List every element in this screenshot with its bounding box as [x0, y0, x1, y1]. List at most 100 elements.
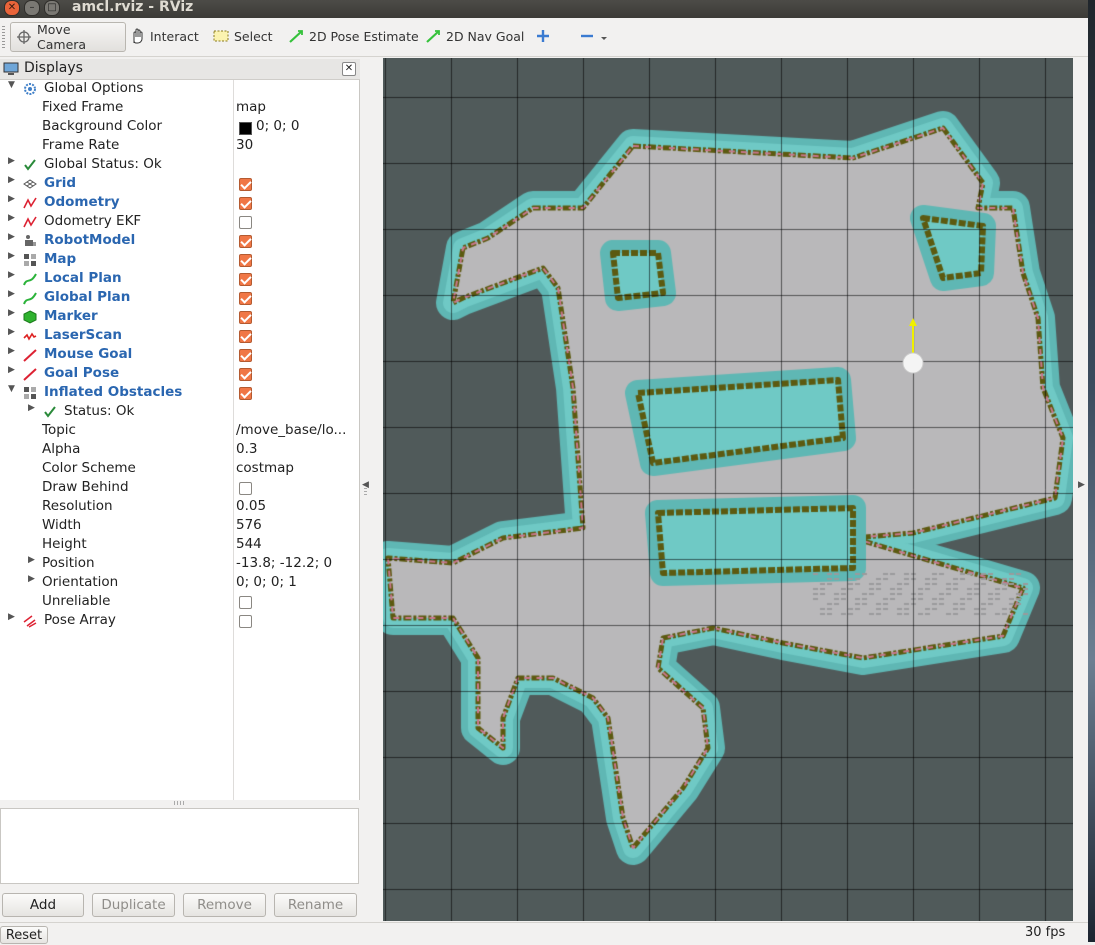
splitter-dots[interactable]	[364, 488, 367, 496]
add-tool-button[interactable]	[530, 22, 556, 50]
display-robotmodel[interactable]: ▶ RobotModel	[0, 232, 359, 251]
display-marker-checkbox[interactable]	[239, 311, 252, 324]
draw-behind[interactable]: Draw Behind	[0, 479, 359, 498]
display-laserscan-checkbox[interactable]	[239, 330, 252, 343]
display-inflated-obstacles-label: Inflated Obstacles	[44, 384, 183, 400]
position[interactable]: ▶ Position -13.8; -12.2; 0	[0, 555, 359, 574]
display-odometry-ekf-checkbox[interactable]	[239, 216, 252, 229]
pose-array-checkbox[interactable]	[239, 615, 252, 628]
background-color[interactable]: Background Color 0; 0; 0	[0, 118, 359, 137]
expand-right-icon[interactable]: ▶	[8, 270, 15, 280]
panel-close-icon[interactable]: ✕	[342, 62, 356, 76]
fixed-frame-value[interactable]: map	[236, 99, 266, 115]
expand-right-icon[interactable]: ▶	[8, 308, 15, 318]
expand-right-icon[interactable]: ▶	[8, 156, 15, 166]
inflated-status-label: Status: Ok	[64, 403, 135, 419]
global-status-label: Global Status: Ok	[44, 156, 162, 172]
position-value[interactable]: -13.8; -12.2; 0	[236, 555, 332, 571]
add-button[interactable]: Add	[2, 893, 84, 917]
remove-tool-button[interactable]	[574, 22, 613, 50]
move-camera-tool[interactable]: Move Camera	[10, 22, 126, 52]
width[interactable]: Width 576	[0, 517, 359, 536]
resolution[interactable]: Resolution 0.05	[0, 498, 359, 517]
alpha[interactable]: Alpha 0.3	[0, 441, 359, 460]
duplicate-button[interactable]: Duplicate	[92, 893, 175, 917]
background-color-value[interactable]: 0; 0; 0	[256, 118, 299, 134]
display-local-plan-checkbox[interactable]	[239, 273, 252, 286]
topic-value[interactable]: /move_base/lo...	[236, 422, 346, 438]
color-scheme[interactable]: Color Scheme costmap	[0, 460, 359, 479]
expand-right-icon[interactable]: ▶	[8, 251, 15, 261]
toolbar-grip[interactable]	[2, 26, 5, 48]
expand-right-icon[interactable]: ▶	[8, 365, 15, 375]
unreliable-label: Unreliable	[42, 593, 111, 609]
window-close-icon[interactable]: ✕	[4, 0, 20, 16]
display-grid[interactable]: ▶ Grid	[0, 175, 359, 194]
display-inflated-obstacles[interactable]: ▼ Inflated Obstacles	[0, 384, 359, 403]
frame-rate-value[interactable]: 30	[236, 137, 253, 153]
expand-right-icon[interactable]: ▶	[8, 194, 15, 204]
inflated-status[interactable]: ▶ Status: Ok	[0, 403, 359, 422]
display-map[interactable]: ▶ Map	[0, 251, 359, 270]
window-minimize-icon[interactable]: –	[24, 0, 40, 16]
orientation[interactable]: ▶ Orientation 0; 0; 0; 1	[0, 574, 359, 593]
alpha-value[interactable]: 0.3	[236, 441, 257, 457]
global-options[interactable]: ▼ Global Options	[0, 80, 359, 99]
display-global-plan-checkbox[interactable]	[239, 292, 252, 305]
expand-right-icon[interactable]: ▶	[8, 346, 15, 356]
display-inflated-obstacles-checkbox[interactable]	[239, 387, 252, 400]
display-grid-checkbox[interactable]	[239, 178, 252, 191]
display-goal-pose-checkbox[interactable]	[239, 368, 252, 381]
expand-right-icon[interactable]: ▶	[28, 403, 35, 413]
pose-estimate-tool[interactable]: 2D Pose Estimate	[283, 22, 424, 50]
expand-right-icon[interactable]: ▶	[8, 175, 15, 185]
topic[interactable]: Topic/move_base/lo...	[0, 422, 359, 441]
interact-tool[interactable]: Interact	[124, 22, 204, 50]
display-map-checkbox[interactable]	[239, 254, 252, 267]
expand-right-icon[interactable]: ▶	[8, 612, 15, 622]
color-swatch[interactable]	[239, 122, 252, 135]
color-scheme-value[interactable]: costmap	[236, 460, 294, 476]
pose-array[interactable]: ▶ Pose Array	[0, 612, 359, 631]
draw-behind-checkbox[interactable]	[239, 482, 252, 495]
display-laserscan[interactable]: ▶ LaserScan	[0, 327, 359, 346]
display-odometry-ekf[interactable]: ▶ Odometry EKF	[0, 213, 359, 232]
display-marker-label: Marker	[44, 308, 98, 324]
expand-right-icon[interactable]: ▶	[8, 327, 15, 337]
window-maximize-icon[interactable]: □	[44, 0, 60, 16]
nav-goal-tool[interactable]: 2D Nav Goal	[420, 22, 529, 50]
display-global-plan[interactable]: ▶ Global Plan	[0, 289, 359, 308]
unreliable[interactable]: Unreliable	[0, 593, 359, 612]
display-goal-pose[interactable]: ▶ Goal Pose	[0, 365, 359, 384]
splitter-handle[interactable]	[174, 801, 184, 805]
remove-button[interactable]: Remove	[183, 893, 266, 917]
width-value[interactable]: 576	[236, 517, 262, 533]
display-mouse-goal[interactable]: ▶ Mouse Goal	[0, 346, 359, 365]
expand-down-icon[interactable]: ▼	[8, 80, 15, 90]
expand-down-icon[interactable]: ▼	[8, 384, 15, 394]
rename-button[interactable]: Rename	[274, 893, 357, 917]
reset-button[interactable]: Reset	[0, 926, 48, 944]
expand-right-icon[interactable]: ▶	[28, 574, 35, 584]
fixed-frame[interactable]: Fixed Frame map	[0, 99, 359, 118]
select-tool[interactable]: Select	[208, 22, 278, 50]
render-viewport[interactable]	[383, 58, 1073, 921]
expand-right-icon[interactable]: ▶	[28, 555, 35, 565]
display-marker[interactable]: ▶ Marker	[0, 308, 359, 327]
expand-right-icon[interactable]: ▶	[8, 289, 15, 299]
unreliable-checkbox[interactable]	[239, 596, 252, 609]
height-value[interactable]: 544	[236, 536, 262, 552]
resolution-value[interactable]: 0.05	[236, 498, 266, 514]
display-odometry-checkbox[interactable]	[239, 197, 252, 210]
global-status[interactable]: ▶ Global Status: Ok	[0, 156, 359, 175]
collapse-right-icon[interactable]: ▶	[1078, 480, 1085, 490]
display-odometry[interactable]: ▶ Odometry	[0, 194, 359, 213]
expand-right-icon[interactable]: ▶	[8, 232, 15, 242]
frame-rate[interactable]: Frame Rate 30	[0, 137, 359, 156]
height[interactable]: Height 544	[0, 536, 359, 555]
expand-right-icon[interactable]: ▶	[8, 213, 15, 223]
display-local-plan[interactable]: ▶ Local Plan	[0, 270, 359, 289]
display-robotmodel-checkbox[interactable]	[239, 235, 252, 248]
orientation-value[interactable]: 0; 0; 0; 1	[236, 574, 297, 590]
display-mouse-goal-checkbox[interactable]	[239, 349, 252, 362]
